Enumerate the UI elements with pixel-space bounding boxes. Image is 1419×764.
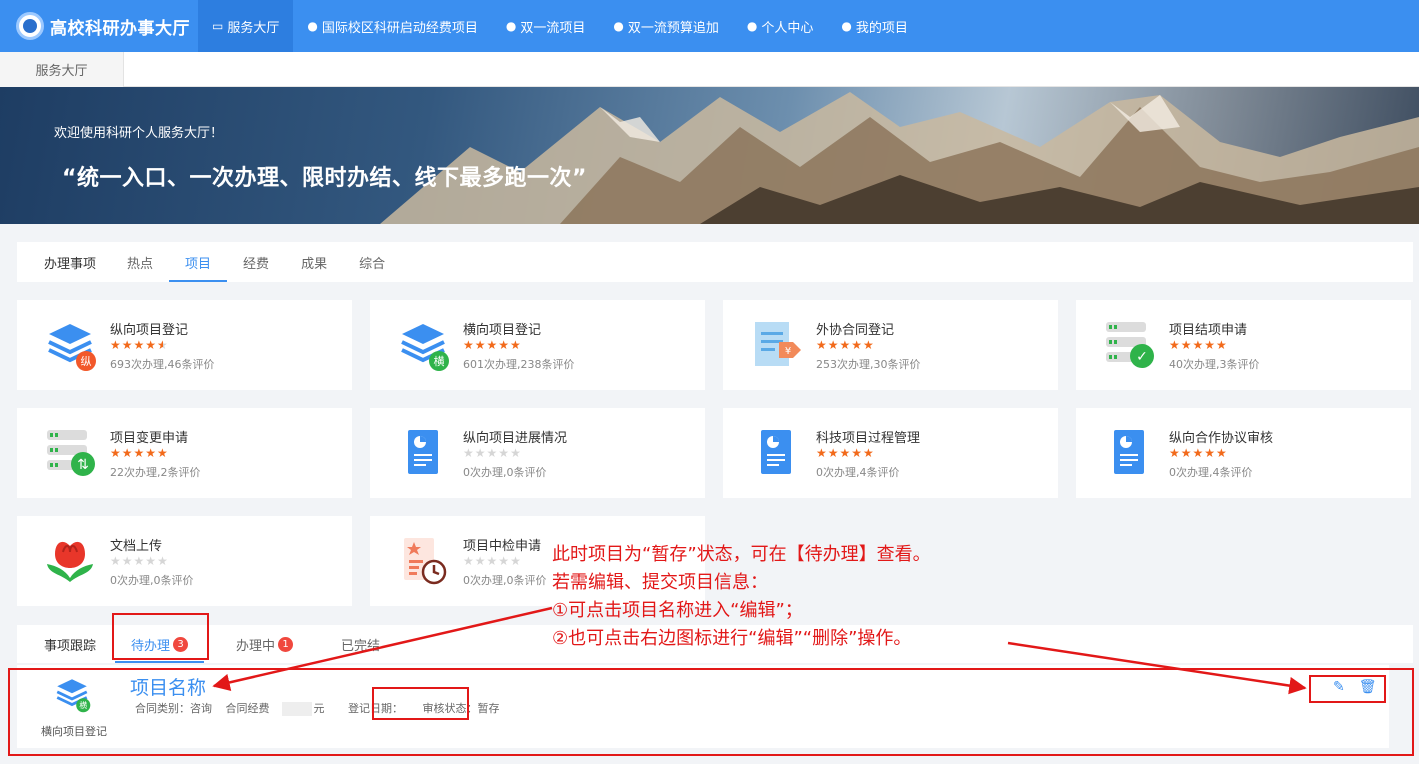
- service-card-name: 横向项目登记: [463, 323, 542, 338]
- doc-clock-icon: [404, 538, 447, 585]
- main-nav: ▭ 服务大厅 ● 国际校区科研启动经费项目 ● 双一流项目 ● 双一流预算追加 ● 个人中…: [198, 0, 922, 52]
- service-card[interactable]: 纵向项目进展情况 ★★★★★ 0次办理,0条评价: [370, 408, 705, 498]
- server-check-icon: ✓: [1106, 322, 1154, 368]
- highlight-status: [372, 687, 469, 720]
- user-icon: ●: [307, 19, 318, 33]
- tab-hot[interactable]: 热点: [111, 242, 169, 282]
- rating-stars: ★★★★★: [816, 338, 875, 352]
- server-sync-icon: ⇅: [47, 430, 95, 476]
- service-card-stats: 0次办理,0条评价: [463, 466, 547, 479]
- service-card-stats: 0次办理,4条评价: [1169, 466, 1253, 479]
- services-label: 办理事项: [44, 256, 97, 272]
- tab-project[interactable]: 项目: [169, 242, 228, 282]
- tab-completed[interactable]: 已完结: [325, 625, 396, 663]
- in-progress-count-badge: 1: [278, 636, 294, 652]
- service-card[interactable]: ⇅ 项目变更申请 ★★★★★ 22次办理,2条评价: [17, 408, 352, 498]
- service-card-stats: 22次办理,2条评价: [110, 466, 201, 479]
- tab-achievements[interactable]: 成果: [285, 242, 343, 282]
- brand[interactable]: 高校科研办事大厅: [0, 0, 198, 52]
- user-icon: ●: [613, 19, 624, 33]
- nav-item-personal-center[interactable]: ● 个人中心: [733, 0, 828, 52]
- banner-slogan: “统一入口、一次办理、限时办结、线下最多跑一次”: [62, 166, 587, 191]
- rating-stars: ★★★★★: [816, 446, 875, 460]
- page-tabs-bar: 服务大厅: [0, 52, 1419, 87]
- highlight-actions: [1309, 675, 1386, 703]
- service-card[interactable]: 文档上传 ★★★★★ 0次办理,0条评价: [17, 516, 352, 606]
- svg-text:⇅: ⇅: [77, 457, 89, 473]
- report-icon: [761, 430, 791, 474]
- svg-text:横: 横: [434, 354, 445, 368]
- flower-icon: [47, 541, 93, 582]
- service-card[interactable]: 横 横向项目登记 ★★★★★ 601次办理,238条评价: [370, 300, 705, 390]
- service-card-stats: 601次办理,238条评价: [463, 358, 575, 371]
- tab-general[interactable]: 综合: [343, 242, 401, 282]
- report-icon: [1114, 430, 1144, 474]
- service-card-stats: 693次办理,46条评价: [110, 358, 215, 371]
- layers-icon: 纵: [48, 324, 96, 371]
- user-icon: ●: [841, 19, 852, 33]
- rating-stars: ★★★★★: [110, 554, 169, 568]
- service-card-name: 纵向项目登记: [110, 323, 189, 338]
- service-card-name: 纵向合作协议审核: [1169, 431, 1274, 446]
- layers-icon: 横: [401, 324, 449, 371]
- user-icon: ●: [746, 19, 758, 33]
- report-icon: [408, 430, 438, 474]
- university-logo-icon: [16, 12, 44, 40]
- tab-in-progress[interactable]: 办理中 1: [220, 625, 309, 663]
- tutorial-annotation: 此时项目为“暂存”状态，可在【待办理】查看。 若需编辑、提交项目信息： ①可点击…: [552, 544, 931, 649]
- rating-stars: ★★★★★: [1169, 446, 1228, 460]
- service-card[interactable]: 科技项目过程管理 ★★★★★ 0次办理,4条评价: [723, 408, 1058, 498]
- rating-stars: ★★★★★: [463, 554, 522, 568]
- service-category-tabs: 办理事项 热点 项目 经费 成果 综合: [17, 242, 1413, 282]
- service-card-name: 外协合同登记: [816, 323, 895, 338]
- svg-text:纵: 纵: [81, 355, 92, 368]
- nav-item-intl-campus-fund[interactable]: ● 国际校区科研启动经费项目: [293, 0, 492, 52]
- service-card-stats: 0次办理,0条评价: [110, 574, 194, 587]
- service-card-stats: 253次办理,30条评价: [816, 358, 921, 371]
- rating-stars: ★★★★★: [110, 338, 169, 352]
- mountain-image: [380, 92, 1419, 224]
- app-title: 高校科研办事大厅: [50, 18, 190, 39]
- nav-item-my-projects[interactable]: ● 我的项目: [827, 0, 922, 52]
- rating-stars: ★★★★★: [1169, 338, 1228, 352]
- nav-item-service-hall[interactable]: ▭ 服务大厅: [198, 0, 294, 52]
- service-card-name: 文档上传: [110, 539, 163, 554]
- nav-item-budget-add[interactable]: ● 双一流预算追加: [599, 0, 733, 52]
- rating-stars: ★★★★★: [463, 446, 522, 460]
- user-icon: ●: [505, 19, 517, 33]
- contract-icon: ¥: [755, 322, 801, 366]
- tab-funds[interactable]: 经费: [227, 242, 285, 282]
- svg-text:✓: ✓: [1136, 349, 1148, 365]
- service-card-name: 项目中检申请: [463, 539, 542, 554]
- service-card[interactable]: 纵向合作协议审核 ★★★★★ 0次办理,4条评价: [1076, 408, 1411, 498]
- service-card-stats: 40次办理,3条评价: [1169, 358, 1260, 371]
- highlight-item-row: [8, 668, 1414, 756]
- svg-text:¥: ¥: [785, 346, 791, 357]
- service-card-stats: 0次办理,0条评价: [463, 574, 547, 587]
- tracking-label: 事项跟踪: [44, 638, 97, 654]
- nav-item-double-first-class[interactable]: ● 双一流项目: [492, 0, 600, 52]
- rating-stars: ★★★★★: [463, 338, 522, 352]
- service-card[interactable]: ✓ 项目结项申请 ★★★★★ 40次办理,3条评价: [1076, 300, 1411, 390]
- monitor-icon: ▭: [212, 19, 224, 33]
- service-card-name: 项目结项申请: [1169, 323, 1248, 338]
- service-card[interactable]: ¥ 外协合同登记 ★★★★★ 253次办理,30条评价: [723, 300, 1058, 390]
- service-card-name: 纵向项目进展情况: [463, 431, 568, 446]
- hero-banner: 欢迎使用科研个人服务大厅！ “统一入口、一次办理、限时办结、线下最多跑一次”: [0, 87, 1419, 224]
- page-tab-service-hall[interactable]: 服务大厅: [0, 52, 124, 87]
- highlight-pending-tab: [112, 613, 209, 660]
- service-card[interactable]: 纵 纵向项目登记 ★★★★★ 693次办理,46条评价: [17, 300, 352, 390]
- service-card-stats: 0次办理,4条评价: [816, 466, 900, 479]
- rating-stars: ★★★★★: [110, 446, 169, 460]
- service-card-name: 科技项目过程管理: [816, 431, 921, 446]
- top-navbar: 高校科研办事大厅 ▭ 服务大厅 ● 国际校区科研启动经费项目 ● 双一流项目 ● 双一流…: [0, 0, 1419, 52]
- service-card-name: 项目变更申请: [110, 431, 189, 446]
- banner-welcome: 欢迎使用科研个人服务大厅！: [54, 126, 224, 141]
